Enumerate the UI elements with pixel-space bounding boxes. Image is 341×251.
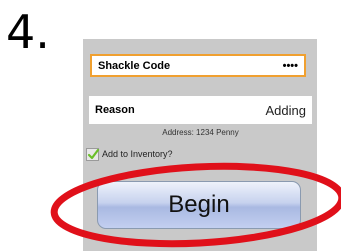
reason-field[interactable]: Reason Adding xyxy=(89,96,312,124)
address-text: Address: 1234 Penny xyxy=(162,128,239,137)
checkmark-icon xyxy=(87,148,100,159)
add-to-inventory-row[interactable]: Add to Inventory? xyxy=(86,146,173,162)
begin-button[interactable]: Begin xyxy=(97,181,301,229)
shackle-code-field[interactable]: Shackle Code •••• xyxy=(90,54,306,77)
reason-label: Reason xyxy=(95,104,135,116)
step-number: 4. xyxy=(6,5,50,59)
add-to-inventory-label: Add to Inventory? xyxy=(102,149,173,159)
reason-value: Adding xyxy=(265,102,306,118)
shackle-code-label: Shackle Code xyxy=(98,59,171,72)
add-to-inventory-checkbox[interactable] xyxy=(86,147,100,161)
shackle-code-value: •••• xyxy=(282,59,298,72)
